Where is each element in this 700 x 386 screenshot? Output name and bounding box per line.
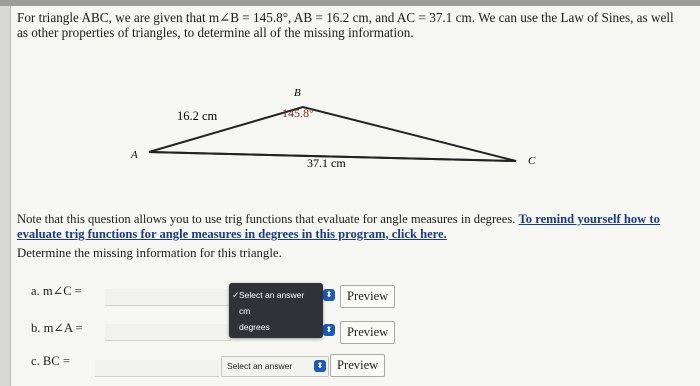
unit-dropdown-a-icon[interactable]: ⬍ (323, 289, 335, 301)
determine-instruction: Determine the missing information for th… (17, 246, 282, 260)
angle-c-input[interactable] (105, 289, 231, 306)
question-page: For triangle ABC, we are given that m∠B … (10, 6, 700, 386)
question-c-label: c. BC = (31, 354, 70, 368)
unit-select-c-icon: ⬍ (314, 360, 326, 372)
question-b-label: b. m∠A = (31, 321, 83, 335)
menu-option-select[interactable]: Select an answer (239, 290, 304, 300)
note-text: Note that this question allows you to us… (17, 212, 519, 226)
bc-length-input[interactable] (95, 360, 219, 377)
unit-dropdown-menu: ✓ Select an answer cm degrees (229, 283, 323, 338)
angle-a-input[interactable] (105, 324, 231, 341)
menu-option-degrees[interactable]: degrees (239, 322, 270, 332)
triangle-figure: A B C 16.2 cm 145.8° 37.1 cm (130, 87, 536, 170)
angle-b-label: 145.8° (282, 106, 314, 120)
unit-select-c[interactable]: Select an answer ⬍ (221, 356, 329, 377)
side-ab-label: 16.2 cm (177, 109, 218, 123)
unit-select-c-text: Select an answer (227, 361, 293, 371)
preview-button-a[interactable]: Preview (340, 285, 396, 308)
preview-button-b[interactable]: Preview (340, 321, 396, 344)
vertex-c-label: C (528, 155, 536, 167)
vertex-b-label: B (294, 87, 301, 99)
degrees-note: Note that this question allows you to us… (17, 212, 697, 241)
preview-button-c[interactable]: Preview (330, 354, 386, 377)
unit-dropdown-b-icon[interactable]: ⬍ (323, 324, 335, 336)
side-ac-label: 37.1 cm (307, 156, 346, 170)
question-a-label: a. m∠C = (31, 284, 82, 298)
menu-option-cm[interactable]: cm (239, 306, 250, 316)
vertex-a-label: A (130, 149, 138, 161)
